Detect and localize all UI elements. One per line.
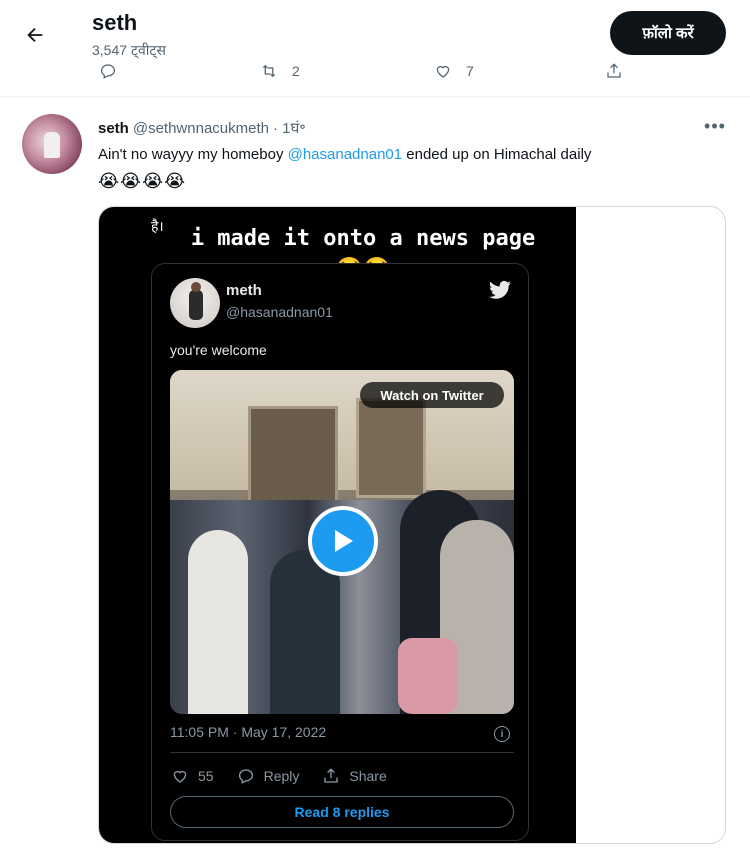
tweet-count: 3,547 ट्वीट्स — [92, 42, 166, 58]
retweet-count: 2 — [292, 63, 300, 79]
embed-like-count: 55 — [198, 768, 214, 784]
embedded-tweet: meth @hasanadnan01 you're welcome Watch … — [151, 263, 529, 841]
reply-icon — [238, 769, 253, 784]
header-divider — [0, 96, 750, 97]
reply-icon — [100, 64, 116, 79]
like-action[interactable]: 7 — [432, 62, 474, 80]
media-card[interactable]: है। i made it onto a news page 😂😂 meth @… — [98, 206, 726, 844]
mention-link[interactable]: @hasanadnan01 — [288, 146, 403, 163]
embed-like-action[interactable]: 55 — [170, 767, 214, 785]
embed-author-name: meth — [226, 282, 262, 299]
play-icon — [335, 530, 353, 552]
video-thumbnail[interactable]: Watch on Twitter — [170, 370, 514, 714]
avatar[interactable] — [22, 114, 82, 174]
retweet-icon — [262, 64, 276, 78]
author-handle[interactable]: @sethwnnacukmeth — [133, 120, 269, 137]
embed-timestamp: 11:05 PM · May 17, 2022 — [170, 724, 327, 740]
embed-reply-action[interactable]: Reply — [236, 767, 300, 785]
share-action[interactable] — [604, 62, 624, 80]
author-name[interactable]: seth — [98, 120, 129, 137]
tweet-text-start: Ain't no wayyy my homeboy — [98, 146, 288, 163]
heart-icon — [436, 65, 450, 78]
reply-action[interactable] — [98, 62, 118, 80]
tweet-text: Ain't no wayyy my homeboy @hasanadnan01 … — [98, 145, 728, 165]
retweet-action[interactable]: 2 — [258, 62, 300, 80]
embed-share-action[interactable]: Share — [321, 767, 387, 785]
embed-share-label: Share — [349, 768, 387, 784]
info-icon[interactable]: i — [494, 726, 510, 742]
tweet-author-line: seth @sethwnnacukmeth · 1घं॰ — [98, 118, 306, 138]
embed-divider — [170, 752, 514, 753]
more-options-icon[interactable]: ••• — [700, 116, 730, 136]
previous-tweet-actions: 2 7 — [0, 60, 750, 84]
watch-on-twitter-button[interactable]: Watch on Twitter — [360, 382, 504, 408]
tweet-text-end: ended up on Himachal daily — [402, 146, 592, 163]
play-button[interactable] — [308, 506, 378, 576]
share-icon — [324, 768, 339, 783]
embed-actions: 55 Reply Share — [170, 764, 387, 788]
share-icon — [607, 63, 621, 78]
embed-author-handle: @hasanadnan01 — [226, 304, 333, 320]
tweet-time[interactable]: · 1घं॰ — [273, 118, 306, 138]
embed-avatar — [170, 278, 220, 328]
twitter-bird-icon — [489, 280, 511, 299]
follow-button[interactable]: फ़ॉलो करें — [610, 11, 726, 55]
heart-icon — [173, 770, 187, 783]
like-count: 7 — [466, 63, 474, 79]
embed-tweet-text: you're welcome — [170, 342, 267, 358]
read-replies-button[interactable]: Read 8 replies — [170, 796, 514, 828]
back-arrow-icon[interactable] — [20, 20, 50, 50]
embed-reply-label: Reply — [263, 768, 300, 784]
story-screenshot: है। i made it onto a news page 😂😂 meth @… — [99, 207, 576, 843]
tweet-emojis: 😭😭😭😭 — [98, 171, 187, 191]
story-overlay-text: है। — [151, 218, 164, 234]
profile-name: seth — [92, 10, 138, 35]
